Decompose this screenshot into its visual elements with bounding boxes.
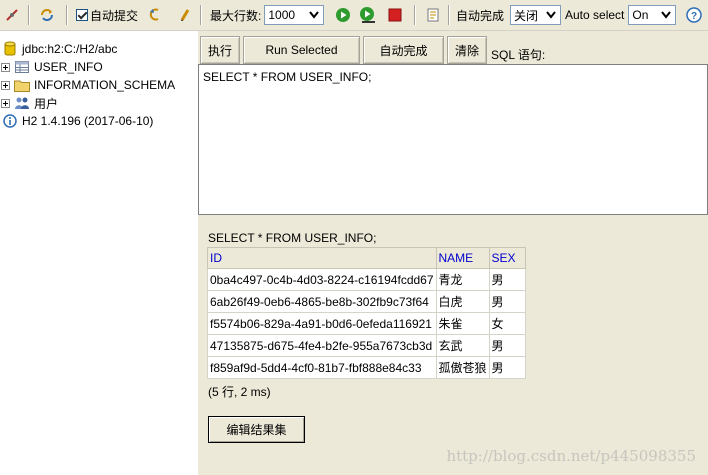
cell-sex: 男 bbox=[488, 356, 526, 379]
cell-id: 47135875-d675-4fe4-b2fe-955a7673cb3d bbox=[207, 334, 437, 357]
disconnect-icon bbox=[3, 6, 21, 24]
help-button[interactable]: ? bbox=[686, 4, 702, 26]
cell-sex: 男 bbox=[488, 268, 526, 291]
auto-select-select[interactable]: On bbox=[628, 5, 677, 25]
rollback-button[interactable] bbox=[146, 4, 164, 26]
result-query-text: SELECT * FROM USER_INFO; bbox=[208, 231, 377, 245]
max-rows-value: 1000 bbox=[268, 8, 296, 22]
tree-item-user-info[interactable]: USER_INFO bbox=[0, 58, 103, 76]
cell-name: 青龙 bbox=[435, 268, 490, 291]
history-icon bbox=[424, 6, 442, 24]
auto-complete-control: 自动完成 关闭 bbox=[456, 4, 562, 26]
clear-button-label: 清除 bbox=[454, 43, 479, 58]
expand-icon[interactable] bbox=[1, 80, 10, 90]
auto-commit-label: 自动提交 bbox=[90, 8, 139, 23]
column-header-sex[interactable]: SEX bbox=[488, 247, 526, 269]
max-rows-control: 最大行数: 1000 bbox=[210, 4, 325, 26]
run-selected-label: Run Selected bbox=[265, 43, 338, 57]
cell-id: f859af9d-5dd4-4cf0-81b7-fbf888e84c33 bbox=[207, 356, 437, 379]
chevron-down-icon bbox=[543, 7, 559, 23]
auto-select-control: Auto select On bbox=[565, 4, 677, 26]
tree-item-label: USER_INFO bbox=[34, 60, 103, 74]
database-icon bbox=[2, 41, 18, 57]
run-selected-button[interactable] bbox=[359, 4, 377, 26]
auto-commit-checkbox[interactable] bbox=[76, 9, 88, 21]
tree-item-label: INFORMATION_SCHEMA bbox=[34, 78, 176, 92]
cell-sex: 女 bbox=[488, 312, 526, 335]
execute-button[interactable]: 执行 bbox=[200, 36, 240, 64]
watermark: http://blog.csdn.net/p445098355 bbox=[446, 447, 696, 465]
result-table: ID NAME SEX 0ba4c497-0c4b-4d03-8224-c161… bbox=[207, 247, 526, 379]
stop-button[interactable] bbox=[386, 4, 404, 26]
version-label: H2 1.4.196 (2017-06-10) bbox=[22, 114, 154, 128]
commit-button[interactable] bbox=[176, 4, 194, 26]
sql-label: SQL 语句: bbox=[491, 48, 546, 62]
cell-id: 0ba4c497-0c4b-4d03-8224-c16194fcdd67 bbox=[207, 268, 437, 291]
table-row: f5574b06-829a-4a91-b0d6-0efeda116921 朱雀 … bbox=[207, 312, 526, 335]
sql-editor[interactable]: SELECT * FROM USER_INFO; bbox=[198, 64, 708, 215]
cell-sex: 男 bbox=[488, 290, 526, 313]
auto-complete-button[interactable]: 自动完成 bbox=[363, 36, 444, 64]
refresh-button[interactable] bbox=[38, 4, 56, 26]
auto-select-value: On bbox=[632, 8, 649, 22]
table-row: 47135875-d675-4fe4-b2fe-955a7673cb3d 玄武 … bbox=[207, 334, 526, 357]
tree-item-users[interactable]: 用户 bbox=[0, 94, 58, 112]
help-icon: ? bbox=[686, 7, 702, 23]
cell-name: 白虎 bbox=[435, 290, 490, 313]
connection-label: jdbc:h2:C:/H2/abc bbox=[22, 42, 118, 56]
cell-id: 6ab26f49-0eb6-4865-be8b-302fb9c73f64 bbox=[207, 290, 437, 313]
expand-icon[interactable] bbox=[1, 62, 10, 72]
max-rows-label: 最大行数: bbox=[210, 8, 262, 23]
run-button[interactable] bbox=[334, 4, 352, 26]
disconnect-button[interactable] bbox=[3, 4, 21, 26]
auto-complete-button-label: 自动完成 bbox=[379, 43, 428, 58]
result-summary: (5 行, 2 ms) bbox=[208, 385, 271, 399]
table-row: 0ba4c497-0c4b-4d03-8224-c16194fcdd67 青龙 … bbox=[207, 268, 526, 291]
cell-name: 孤傲苍狼 bbox=[435, 356, 490, 379]
auto-complete-select[interactable]: 关闭 bbox=[510, 5, 562, 25]
auto-select-label: Auto select bbox=[565, 8, 625, 22]
commit-icon bbox=[176, 6, 194, 24]
table-icon bbox=[14, 59, 30, 75]
info-icon bbox=[2, 113, 18, 129]
execute-button-label: 执行 bbox=[207, 43, 232, 58]
expand-icon[interactable] bbox=[1, 98, 10, 108]
tree-item-label: 用户 bbox=[34, 96, 59, 111]
users-icon bbox=[14, 95, 30, 111]
clear-button[interactable]: 清除 bbox=[447, 36, 487, 64]
cell-sex: 男 bbox=[488, 334, 526, 357]
history-button[interactable] bbox=[424, 4, 442, 26]
refresh-icon bbox=[38, 6, 56, 24]
cell-id: f5574b06-829a-4a91-b0d6-0efeda116921 bbox=[207, 312, 437, 335]
table-header-row: ID NAME SEX bbox=[207, 247, 526, 269]
column-header-id[interactable]: ID bbox=[207, 247, 437, 269]
tree-version: H2 1.4.196 (2017-06-10) bbox=[2, 112, 153, 130]
toolbar: 自动提交 最大行数: 1000 自动完成 关闭 Auto select On ? bbox=[0, 0, 708, 31]
query-panel: 执行 Run Selected 自动完成 清除 SQL 语句: SELECT *… bbox=[198, 31, 708, 475]
table-row: f859af9d-5dd4-4cf0-81b7-fbf888e84c33 孤傲苍… bbox=[207, 356, 526, 379]
object-tree: jdbc:h2:C:/H2/abc USER_INFO INFORMATION_… bbox=[0, 31, 198, 475]
auto-commit-toggle[interactable]: 自动提交 bbox=[76, 4, 138, 26]
edit-result-set-label: 编辑结果集 bbox=[226, 423, 287, 437]
auto-complete-value: 关闭 bbox=[514, 8, 539, 23]
run-selected-text-button[interactable]: Run Selected bbox=[243, 36, 360, 64]
max-rows-select[interactable]: 1000 bbox=[264, 5, 325, 25]
rollback-icon bbox=[146, 6, 164, 24]
run-icon bbox=[334, 6, 352, 24]
tree-item-information-schema[interactable]: INFORMATION_SCHEMA bbox=[0, 76, 175, 94]
auto-complete-label: 自动完成 bbox=[456, 8, 505, 23]
cell-name: 朱雀 bbox=[435, 312, 490, 335]
column-header-name[interactable]: NAME bbox=[435, 247, 490, 269]
tree-connection[interactable]: jdbc:h2:C:/H2/abc bbox=[2, 40, 117, 58]
chevron-down-icon bbox=[306, 7, 322, 23]
run-selected-icon bbox=[359, 6, 377, 24]
edit-result-set-button[interactable]: 编辑结果集 bbox=[208, 416, 305, 443]
cell-name: 玄武 bbox=[435, 334, 490, 357]
folder-icon bbox=[14, 77, 30, 93]
table-row: 6ab26f49-0eb6-4865-be8b-302fb9c73f64 白虎 … bbox=[207, 290, 526, 313]
svg-text:?: ? bbox=[691, 11, 697, 22]
chevron-down-icon bbox=[658, 7, 674, 23]
stop-icon bbox=[386, 6, 404, 24]
